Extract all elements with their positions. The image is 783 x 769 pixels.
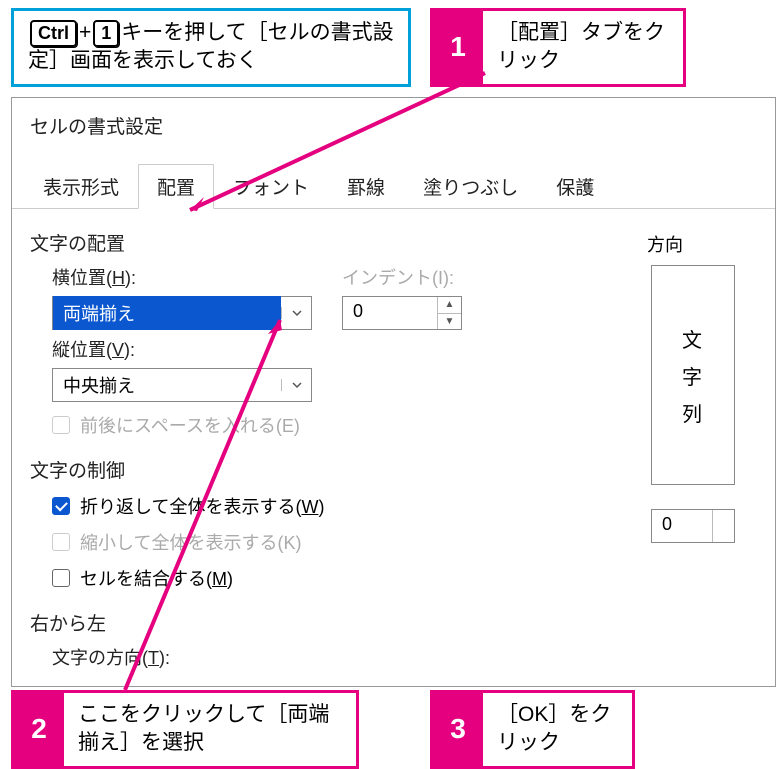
horizontal-field: 横位置(H): 両端揃え インデント(I): 0 <box>52 264 627 330</box>
tab-border[interactable]: 罫線 <box>328 164 404 209</box>
spinner-buttons[interactable]: ▲ ▼ <box>437 297 461 329</box>
chevron-down-icon[interactable] <box>281 307 311 319</box>
kbd-ctrl: Ctrl <box>30 20 77 47</box>
degrees-spinner-buttons[interactable] <box>712 510 734 542</box>
kbd-1: 1 <box>93 20 119 47</box>
tab-alignment[interactable]: 配置 <box>138 164 214 209</box>
text-direction-label: 文字の方向(T): <box>52 644 627 670</box>
right-column: 方向 文 字 列 0 <box>647 223 757 677</box>
tab-font[interactable]: フォント <box>214 164 328 209</box>
text-direction-field: 文字の方向(T): <box>52 644 627 670</box>
step-text-3: ［OK］をクリック <box>483 693 632 766</box>
dialog-title: セルの書式設定 <box>12 98 775 149</box>
orientation-vertical-button[interactable]: 文 字 列 <box>651 265 735 485</box>
callout-step-3: 3 ［OK］をクリック <box>430 690 635 769</box>
step-number-1: 1 <box>433 11 483 84</box>
horizontal-label: 横位置(H): <box>52 264 312 290</box>
merge-cells-label: セルを結合する(M) <box>80 565 233 591</box>
merge-cells-row[interactable]: セルを結合する(M) <box>52 565 627 591</box>
step-text-2: ここをクリックして［両端揃え］を選択 <box>64 693 356 766</box>
tab-number[interactable]: 表示形式 <box>24 164 138 209</box>
vertical-label: 縦位置(V): <box>52 336 627 362</box>
checkbox-justify-distributed <box>52 416 70 434</box>
dialog-body: 文字の配置 横位置(H): 両端揃え <box>12 209 775 677</box>
vertical-combo[interactable]: 中央揃え <box>52 368 312 402</box>
chevron-down-icon[interactable] <box>281 379 311 391</box>
shrink-to-fit-label: 縮小して全体を表示する(K) <box>80 529 301 555</box>
group-right-to-left: 右から左 <box>30 609 627 636</box>
tab-protection[interactable]: 保護 <box>537 164 613 209</box>
step-number-2: 2 <box>14 693 64 766</box>
wrap-text-row[interactable]: 折り返して全体を表示する(W) <box>52 493 627 519</box>
degrees-value: 0 <box>652 510 712 542</box>
indent-label: インデント(I): <box>342 264 462 290</box>
callout-pre-text: Ctrl+1キーを押して［セルの書式設定］画面を表示しておく <box>14 11 408 84</box>
checkbox-wrap-text[interactable] <box>52 497 70 515</box>
tab-fill[interactable]: 塗りつぶし <box>404 164 537 209</box>
vertical-value: 中央揃え <box>53 368 281 402</box>
checkbox-shrink-to-fit <box>52 533 70 551</box>
justify-distributed-label: 前後にスペースを入れる(E) <box>80 412 300 438</box>
callout-preparation: Ctrl+1キーを押して［セルの書式設定］画面を表示しておく <box>11 8 411 87</box>
callout-step-2: 2 ここをクリックして［両端揃え］を選択 <box>11 690 359 769</box>
shrink-to-fit-row: 縮小して全体を表示する(K) <box>52 529 627 555</box>
group-text-control: 文字の制御 <box>30 456 627 483</box>
step-text-1: ［配置］タブをクリック <box>483 11 683 84</box>
callout-step-1: 1 ［配置］タブをクリック <box>430 8 686 87</box>
left-column: 文字の配置 横位置(H): 両端揃え <box>30 223 627 677</box>
group-text-alignment: 文字の配置 <box>30 229 627 256</box>
degrees-spinner[interactable]: 0 <box>651 509 735 543</box>
tab-bar: 表示形式 配置 フォント 罫線 塗りつぶし 保護 <box>12 149 775 209</box>
spinner-down-icon[interactable]: ▼ <box>438 314 461 330</box>
checkbox-merge-cells[interactable] <box>52 569 70 587</box>
horizontal-combo[interactable]: 両端揃え <box>52 296 312 330</box>
indent-value: 0 <box>343 297 437 329</box>
step-number-3: 3 <box>433 693 483 766</box>
vertical-field: 縦位置(V): 中央揃え <box>52 336 627 402</box>
spinner-up-icon[interactable]: ▲ <box>438 297 461 314</box>
horizontal-value: 両端揃え <box>53 296 281 330</box>
justify-distributed-row: 前後にスペースを入れる(E) <box>52 412 627 438</box>
wrap-text-label: 折り返して全体を表示する(W) <box>80 493 324 519</box>
format-cells-dialog: セルの書式設定 表示形式 配置 フォント 罫線 塗りつぶし 保護 文字の配置 横… <box>11 97 776 687</box>
indent-spinner[interactable]: 0 ▲ ▼ <box>342 296 462 330</box>
orientation-label: 方向 <box>647 231 757 257</box>
